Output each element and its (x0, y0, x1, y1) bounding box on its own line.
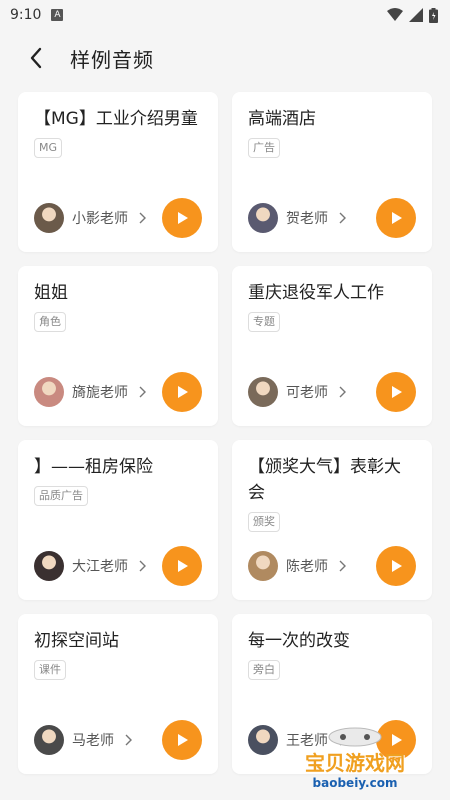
teacher-link[interactable]: 小影老师 (34, 203, 146, 233)
teacher-link[interactable]: 旖旎老师 (34, 377, 146, 407)
watermark-url: baobeiy.com (312, 775, 398, 790)
avatar (34, 377, 64, 407)
card-footer: 旖旎老师 (34, 372, 202, 412)
audio-sample-grid: 【MG】工业介绍男童 MG 小影老师 高端酒店 广告 贺老师 姐姐 角色 旖旎老… (18, 92, 432, 774)
chevron-right-icon (339, 212, 346, 224)
teacher-name: 可老师 (286, 385, 328, 401)
card-footer: 大江老师 (34, 546, 202, 586)
chevron-right-icon (339, 560, 346, 572)
play-icon (392, 734, 402, 746)
play-button[interactable] (162, 372, 202, 412)
status-bar: 9:10 A (0, 0, 450, 30)
card-title: 每一次的改变 (248, 631, 350, 651)
teacher-name: 大江老师 (72, 559, 128, 575)
card-tag: 颁奖 (248, 512, 280, 532)
chevron-right-icon (139, 212, 146, 224)
chevron-right-icon (339, 734, 346, 746)
chevron-right-icon (139, 560, 146, 572)
teacher-link[interactable]: 可老师 (248, 377, 346, 407)
play-button[interactable] (376, 372, 416, 412)
bottom-strip (0, 796, 450, 800)
teacher-name: 陈老师 (286, 559, 328, 575)
card-title: 姐姐 (34, 283, 68, 303)
teacher-name: 贺老师 (286, 211, 328, 227)
play-icon (392, 386, 402, 398)
chevron-left-icon (30, 47, 42, 69)
header: 样例音频 (0, 30, 450, 86)
teacher-name: 旖旎老师 (72, 385, 128, 401)
card-footer: 马老师 (34, 720, 202, 760)
wifi-icon (387, 8, 403, 21)
card-tag: 广告 (248, 138, 280, 158)
card-footer: 王老师 (248, 720, 416, 760)
chevron-right-icon (139, 386, 146, 398)
avatar (248, 551, 278, 581)
card-title: 【MG】工业介绍男童 (34, 109, 198, 129)
audio-card[interactable]: 高端酒店 广告 贺老师 (232, 92, 432, 252)
play-icon (178, 386, 188, 398)
teacher-link[interactable]: 马老师 (34, 725, 132, 755)
audio-card[interactable]: 重庆退役军人工作 专题 可老师 (232, 266, 432, 426)
card-tag: 角色 (34, 312, 66, 332)
play-button[interactable] (162, 720, 202, 760)
card-footer: 小影老师 (34, 198, 202, 238)
teacher-link[interactable]: 王老师 (248, 725, 346, 755)
card-title: 【颁奖大气】表彰大会 (248, 457, 401, 503)
signal-icon (409, 8, 423, 22)
card-tag: 课件 (34, 660, 66, 680)
avatar (34, 725, 64, 755)
play-icon (392, 212, 402, 224)
card-title: 高端酒店 (248, 109, 316, 129)
play-button[interactable] (376, 546, 416, 586)
back-button[interactable] (16, 38, 56, 78)
teacher-link[interactable]: 陈老师 (248, 551, 346, 581)
card-title: 重庆退役军人工作 (248, 283, 384, 303)
card-tag: MG (34, 138, 63, 158)
card-title: 初探空间站 (34, 631, 119, 651)
card-footer: 可老师 (248, 372, 416, 412)
play-button[interactable] (376, 198, 416, 238)
a-notification-icon: A (51, 9, 64, 21)
audio-card[interactable]: 【MG】工业介绍男童 MG 小影老师 (18, 92, 218, 252)
play-button[interactable] (162, 546, 202, 586)
card-footer: 陈老师 (248, 546, 416, 586)
chevron-right-icon (339, 386, 346, 398)
battery-icon (429, 7, 438, 23)
avatar (34, 203, 64, 233)
teacher-link[interactable]: 大江老师 (34, 551, 146, 581)
play-icon (392, 560, 402, 572)
card-tag: 旁白 (248, 660, 280, 680)
status-right (387, 7, 438, 23)
teacher-name: 马老师 (72, 733, 114, 749)
chevron-right-icon (125, 734, 132, 746)
card-footer: 贺老师 (248, 198, 416, 238)
teacher-name: 王老师 (286, 733, 328, 749)
status-left: 9:10 A (10, 7, 64, 23)
play-button[interactable] (162, 198, 202, 238)
avatar (248, 377, 278, 407)
teacher-name: 小影老师 (72, 211, 128, 227)
audio-card[interactable]: 姐姐 角色 旖旎老师 (18, 266, 218, 426)
play-icon (178, 560, 188, 572)
audio-card[interactable]: 每一次的改变 旁白 王老师 (232, 614, 432, 774)
play-icon (178, 734, 188, 746)
card-tag: 品质广告 (34, 486, 88, 506)
play-button[interactable] (376, 720, 416, 760)
play-icon (178, 212, 188, 224)
status-time: 9:10 (10, 7, 42, 23)
teacher-link[interactable]: 贺老师 (248, 203, 346, 233)
avatar (34, 551, 64, 581)
audio-card[interactable]: 初探空间站 课件 马老师 (18, 614, 218, 774)
page-title: 样例音频 (70, 47, 154, 72)
audio-card[interactable]: 【颁奖大气】表彰大会 颁奖 陈老师 (232, 440, 432, 600)
avatar (248, 203, 278, 233)
audio-card[interactable]: 】——租房保险 品质广告 大江老师 (18, 440, 218, 600)
card-title: 】——租房保险 (34, 457, 153, 477)
avatar (248, 725, 278, 755)
card-tag: 专题 (248, 312, 280, 332)
